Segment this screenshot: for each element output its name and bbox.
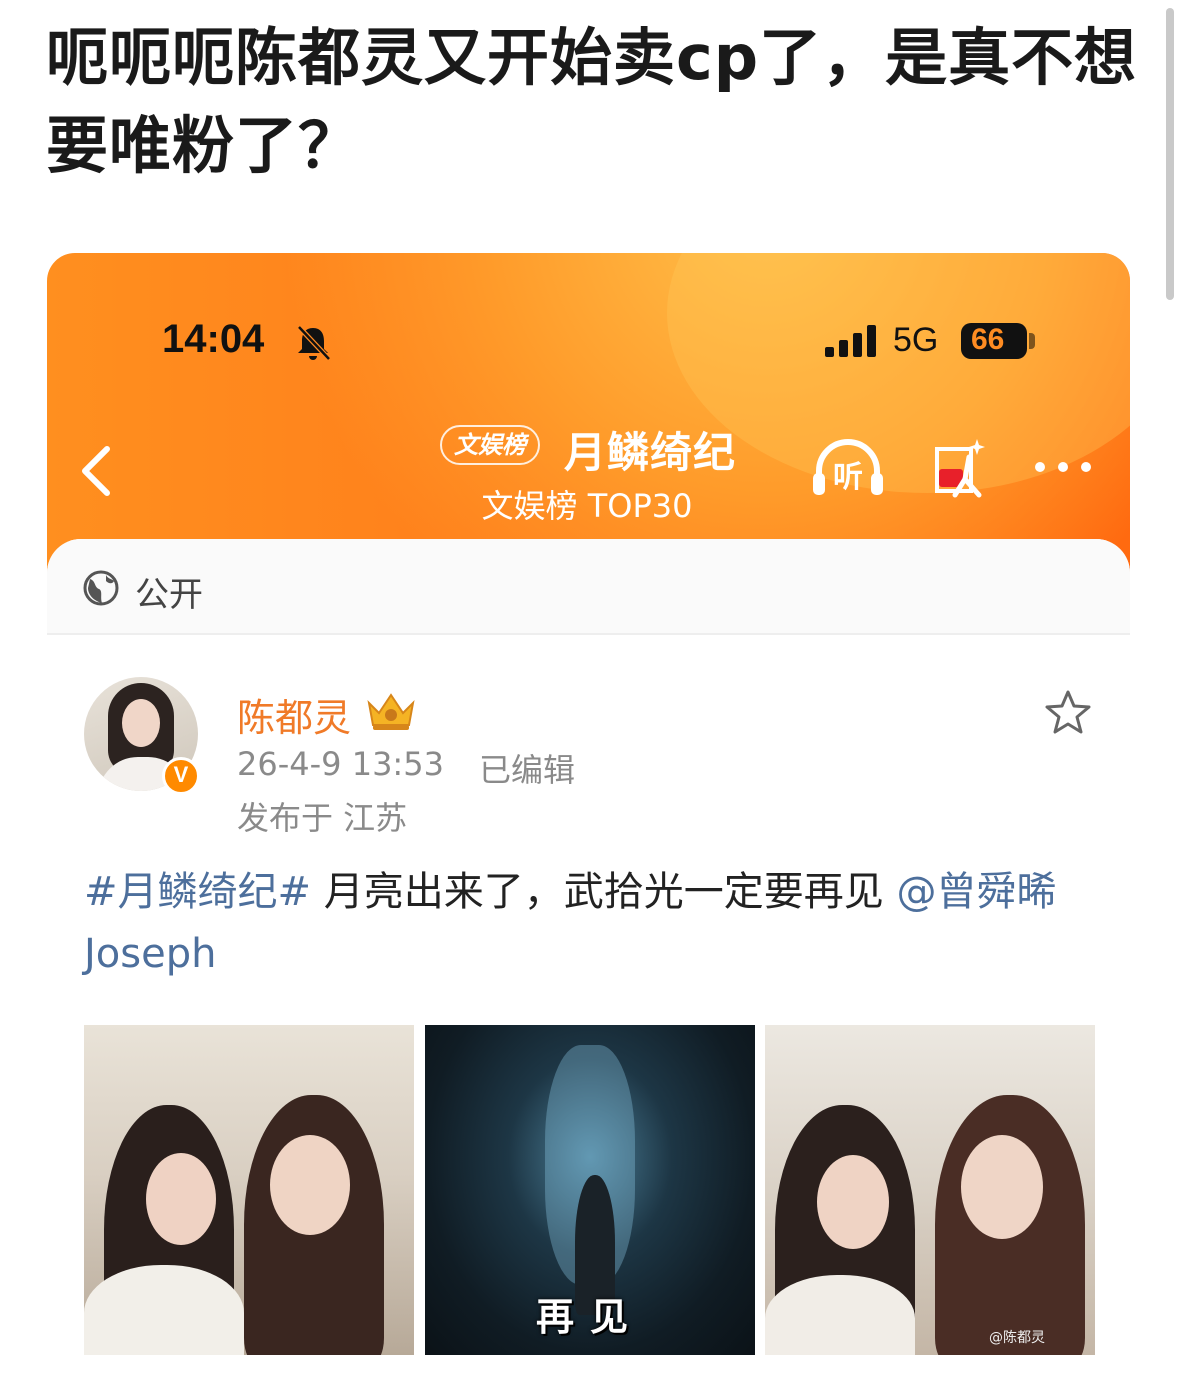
signal-icon (825, 325, 876, 357)
screenshot-card: 14:04 5G 66 文娱榜 月鳞绮纪 文娱榜 TOP30 听 公开 V 陈都… (47, 253, 1130, 1393)
battery-indicator: 66 (961, 323, 1027, 359)
listen-label: 听 (833, 460, 863, 495)
header-glow (667, 253, 1130, 493)
avatar-face (122, 699, 160, 747)
crown-icon (367, 693, 415, 730)
image-clothing-woman (84, 1265, 244, 1355)
post-image-3[interactable]: @陈都灵 (765, 1025, 1095, 1355)
post-title: 呃呃呃陈都灵又开始卖cp了，是真不想要唯粉了？ (46, 21, 1138, 182)
rank-badge: 文娱榜 (440, 425, 540, 465)
globe-icon (83, 570, 119, 606)
verified-badge: V (162, 757, 200, 795)
author-name[interactable]: 陈都灵 (237, 687, 351, 742)
scrollbar[interactable] (1166, 8, 1174, 300)
hashtag-link[interactable]: #月鳞绮纪# (84, 869, 311, 915)
image-face-man (961, 1135, 1043, 1239)
battery-tip (1029, 333, 1035, 349)
post-image-1[interactable] (84, 1025, 414, 1355)
image-face-woman (817, 1155, 889, 1249)
image-clothing-woman (765, 1275, 915, 1355)
bell-slash-icon (297, 325, 331, 361)
more-icon[interactable] (1033, 459, 1093, 475)
image-face-woman (146, 1153, 216, 1245)
edited-label[interactable]: 已编辑 (479, 745, 575, 791)
image-face-man (270, 1135, 350, 1235)
red-packet-icon[interactable] (925, 435, 989, 499)
back-icon[interactable] (75, 443, 115, 499)
visibility-label: 公开 (135, 575, 203, 615)
visibility-row: 公开 (47, 539, 1130, 635)
status-time: 14:04 (162, 317, 265, 361)
post-text: #月鳞绮纪# 月亮出来了，武拾光一定要再见 @曾舜晞 Joseph (84, 861, 1084, 985)
network-label: 5G (893, 321, 939, 359)
post-text-body: 月亮出来了，武拾光一定要再见 (311, 869, 897, 915)
nav-title: 月鳞绮纪 (564, 428, 737, 477)
battery-level: 66 (971, 323, 1005, 356)
star-icon[interactable] (1045, 689, 1091, 735)
post-timestamp: 26-4-9 13:53 (237, 745, 444, 783)
post-image-2[interactable]: 再见 (425, 1025, 755, 1355)
post-panel: 公开 V 陈都灵 26-4-9 13:53 已编辑 发布于 江苏 #月鳞绮纪# … (47, 539, 1130, 1393)
nav-subtitle[interactable]: 文娱榜 TOP30 (477, 481, 697, 527)
header-bar: 14:04 5G 66 文娱榜 月鳞绮纪 文娱榜 TOP30 听 (47, 253, 1130, 573)
headphones-icon[interactable]: 听 (811, 437, 885, 497)
image-caption-2: 再见 (535, 1295, 644, 1339)
post-location: 发布于 江苏 (237, 799, 408, 837)
image-watermark: @陈都灵 (989, 1330, 1045, 1346)
